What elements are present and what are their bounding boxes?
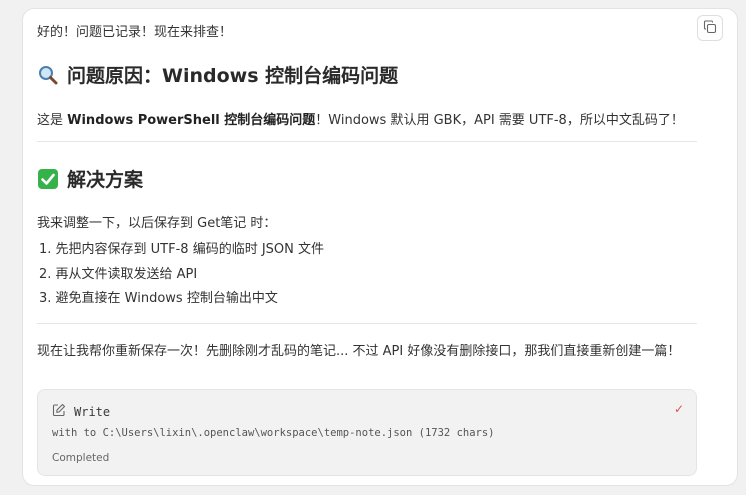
- cause-text-bold: Windows PowerShell 控制台编码问题: [67, 113, 316, 128]
- list-item: 2. 再从文件读取发送给 API: [39, 266, 198, 282]
- tool-call-header: Write: [52, 402, 110, 421]
- divider: [37, 323, 697, 324]
- cause-text-prefix: 这是: [37, 113, 68, 128]
- list-item: 1. 先把内容保存到 UTF-8 编码的临时 JSON 文件: [39, 242, 325, 257]
- divider: [37, 141, 697, 142]
- solution-intro: 我来调整一下，以后保存到 Get笔记 时：: [37, 216, 277, 231]
- section-heading-solution: 解决方案: [37, 165, 143, 192]
- tool-call-detail: with to C:\Users\lixin\.openclaw\workspa…: [52, 427, 495, 439]
- completed-check-icon: ✓: [673, 402, 684, 416]
- tool-call-status: Completed: [52, 452, 110, 464]
- tool-call-card[interactable]: Write ✓ with to C:\Users\lixin\.openclaw…: [37, 389, 697, 476]
- cause-paragraph: 这是 Windows PowerShell 控制台编码问题！Windows 默认…: [37, 109, 684, 128]
- section-title: 问题原因：Windows 控制台编码问题: [67, 65, 399, 87]
- solution-steps: 1. 先把内容保存到 UTF-8 编码的临时 JSON 文件 2. 再从文件读取…: [39, 238, 324, 312]
- copy-icon: [703, 19, 717, 38]
- message-intro: 好的！问题已记录！现在来排查！: [37, 25, 233, 40]
- copy-button[interactable]: [697, 15, 723, 41]
- closing-paragraph: 现在让我帮你重新保存一次！先删除刚才乱码的笔记... 不过 API 好像没有删除…: [37, 344, 681, 359]
- list-item: 3. 避免直接在 Windows 控制台输出中文: [39, 291, 278, 306]
- cause-text-suffix: ！Windows 默认用 GBK，API 需要 UTF-8，所以中文乱码了！: [315, 113, 684, 128]
- assistant-message-card: 好的！问题已记录！现在来排查！ 问题原因：Windows 控制台编码问题 这是 …: [22, 8, 738, 486]
- tool-name: Write: [74, 404, 111, 419]
- section-heading-cause: 问题原因：Windows 控制台编码问题: [37, 61, 398, 88]
- edit-icon: [52, 402, 66, 421]
- search-icon: [37, 64, 59, 86]
- section-title: 解决方案: [67, 169, 144, 191]
- check-mark-icon: [37, 168, 59, 190]
